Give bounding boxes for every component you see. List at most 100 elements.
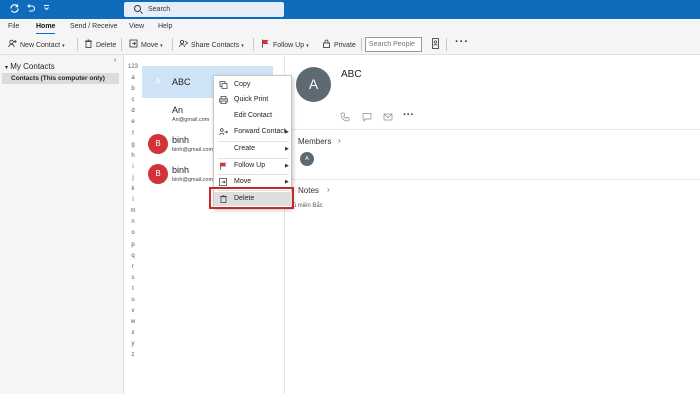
new-contact-icon: [8, 39, 17, 48]
follow-up-button[interactable]: Follow Up ▾: [261, 39, 309, 51]
chevron-down-icon: ▾: [5, 65, 9, 71]
more-actions-icon[interactable]: ···: [403, 109, 414, 121]
tab-send-receive[interactable]: Send / Receive: [70, 23, 117, 30]
menu-item-edit-contact[interactable]: Edit Contact: [214, 109, 293, 123]
chevron-right-icon[interactable]: ›: [327, 185, 330, 194]
follow-up-label: Follow Up: [273, 42, 305, 49]
menu-item-label: Forward Contact: [234, 128, 286, 135]
avatar: B: [148, 134, 168, 154]
new-contact-label: New Contact: [20, 42, 61, 49]
avatar: A: [155, 109, 161, 118]
contact-name: binh: [172, 165, 190, 175]
menu-item-quick-print[interactable]: Quick Print: [214, 93, 293, 107]
alphabet-letter[interactable]: r: [126, 262, 140, 273]
submenu-arrow-icon: ▶: [285, 146, 289, 152]
private-button[interactable]: Private: [322, 39, 356, 51]
chevron-right-icon[interactable]: ›: [338, 136, 341, 145]
menu-item-label: Follow Up: [234, 162, 266, 169]
alphabet-letter[interactable]: z: [126, 350, 140, 361]
search-icon: [134, 5, 141, 12]
alphabet-letter[interactable]: k: [126, 184, 140, 195]
menu-item-copy[interactable]: Copy: [214, 78, 293, 92]
alphabet-letter[interactable]: f: [126, 129, 140, 140]
flag-icon: [261, 39, 270, 48]
alphabet-letter[interactable]: h: [126, 151, 140, 162]
tab-file[interactable]: File: [8, 23, 19, 30]
tab-home[interactable]: Home: [36, 23, 56, 35]
contact-name: An: [172, 105, 184, 115]
alphabet-letter[interactable]: t: [126, 284, 140, 295]
search-people-input[interactable]: [365, 37, 422, 52]
ribbon: New Contact ▾ Delete Move ▾ Share Contacts…: [0, 34, 700, 55]
alphabet-letter[interactable]: q: [126, 251, 140, 262]
undo-icon[interactable]: [24, 3, 37, 16]
alphabet-letter[interactable]: i: [126, 162, 140, 173]
menu-item-label: Copy: [234, 81, 251, 88]
alphabet-index: 123 a b c d e f g h i j k l m n o p q r s t u v w x y z: [126, 62, 140, 362]
lock-icon: [322, 39, 331, 48]
alphabet-letter[interactable]: n: [126, 217, 140, 228]
phone-icon[interactable]: [340, 112, 350, 124]
menu-item-follow-up[interactable]: Follow Up ▶: [214, 159, 293, 173]
alphabet-letter[interactable]: b: [126, 84, 140, 95]
contacts-folder-item[interactable]: Contacts (This computer only): [2, 73, 119, 84]
alphabet-letter[interactable]: j: [126, 173, 140, 184]
delete-button[interactable]: Delete: [84, 39, 116, 51]
avatar: A: [155, 77, 161, 86]
alphabet-letter[interactable]: s: [126, 273, 140, 284]
print-icon: [219, 96, 228, 104]
menu-item-create[interactable]: Create ▶: [214, 142, 293, 156]
ribbon-divider: [361, 38, 362, 51]
alphabet-letter[interactable]: v: [126, 306, 140, 317]
alphabet-letter[interactable]: a: [126, 73, 140, 84]
more-options-icon[interactable]: ···: [455, 36, 469, 48]
collapse-pane-icon[interactable]: ‹: [114, 57, 116, 64]
share-contacts-button[interactable]: Share Contacts ▾: [179, 39, 244, 51]
alphabet-letter[interactable]: p: [126, 240, 140, 251]
contact-card-name: ABC: [341, 69, 362, 80]
folder-pane: ‹ ▾ My Contacts Contacts (This computer …: [0, 55, 124, 394]
chevron-down-icon: ▾: [306, 43, 309, 49]
share-contacts-label: Share Contacts: [191, 42, 240, 49]
alphabet-letter[interactable]: d: [126, 106, 140, 117]
title-search-box[interactable]: Search: [124, 2, 284, 17]
contact-email: binh@gmail.com: [172, 177, 214, 183]
notes-label: Notes: [298, 186, 319, 195]
menu-item-forward-contact[interactable]: Forward Contact ▶: [214, 125, 293, 139]
move-icon: [129, 39, 138, 48]
customize-toolbar-icon[interactable]: [40, 3, 53, 16]
menu-item-label: Quick Print: [234, 96, 269, 103]
new-contact-button[interactable]: New Contact ▾: [8, 39, 65, 51]
alphabet-letter[interactable]: o: [126, 228, 140, 239]
tab-view[interactable]: View: [129, 23, 144, 30]
menu-item-label: Create: [234, 145, 256, 152]
menu-item-label: Edit Contact: [234, 112, 273, 119]
alphabet-letter[interactable]: l: [126, 195, 140, 206]
avatar: B: [148, 164, 168, 184]
my-contacts-header[interactable]: ▾ My Contacts: [5, 62, 55, 71]
alphabet-letter[interactable]: x: [126, 328, 140, 339]
alphabet-letter[interactable]: w: [126, 317, 140, 328]
alphabet-letter[interactable]: 123: [126, 62, 140, 73]
ribbon-divider: [121, 38, 122, 51]
title-bar: Search: [0, 0, 700, 19]
member-avatar: A: [300, 152, 314, 166]
alphabet-letter[interactable]: e: [126, 117, 140, 128]
tab-help[interactable]: Help: [158, 23, 172, 30]
mail-icon[interactable]: [383, 112, 393, 124]
copy-icon: [219, 81, 228, 89]
chat-icon[interactable]: [362, 112, 372, 124]
submenu-arrow-icon: ▶: [285, 163, 289, 169]
ribbon-divider: [77, 38, 78, 51]
ribbon-divider: [172, 38, 173, 51]
move-button[interactable]: Move ▾: [129, 39, 163, 51]
alphabet-letter[interactable]: c: [126, 95, 140, 106]
move-label: Move: [141, 42, 159, 49]
alphabet-letter[interactable]: u: [126, 295, 140, 306]
address-book-button[interactable]: [431, 38, 443, 50]
sync-icon[interactable]: [8, 3, 21, 16]
alphabet-letter[interactable]: y: [126, 339, 140, 350]
trash-icon: [84, 39, 93, 48]
alphabet-letter[interactable]: m: [126, 206, 140, 217]
alphabet-letter[interactable]: g: [126, 140, 140, 151]
